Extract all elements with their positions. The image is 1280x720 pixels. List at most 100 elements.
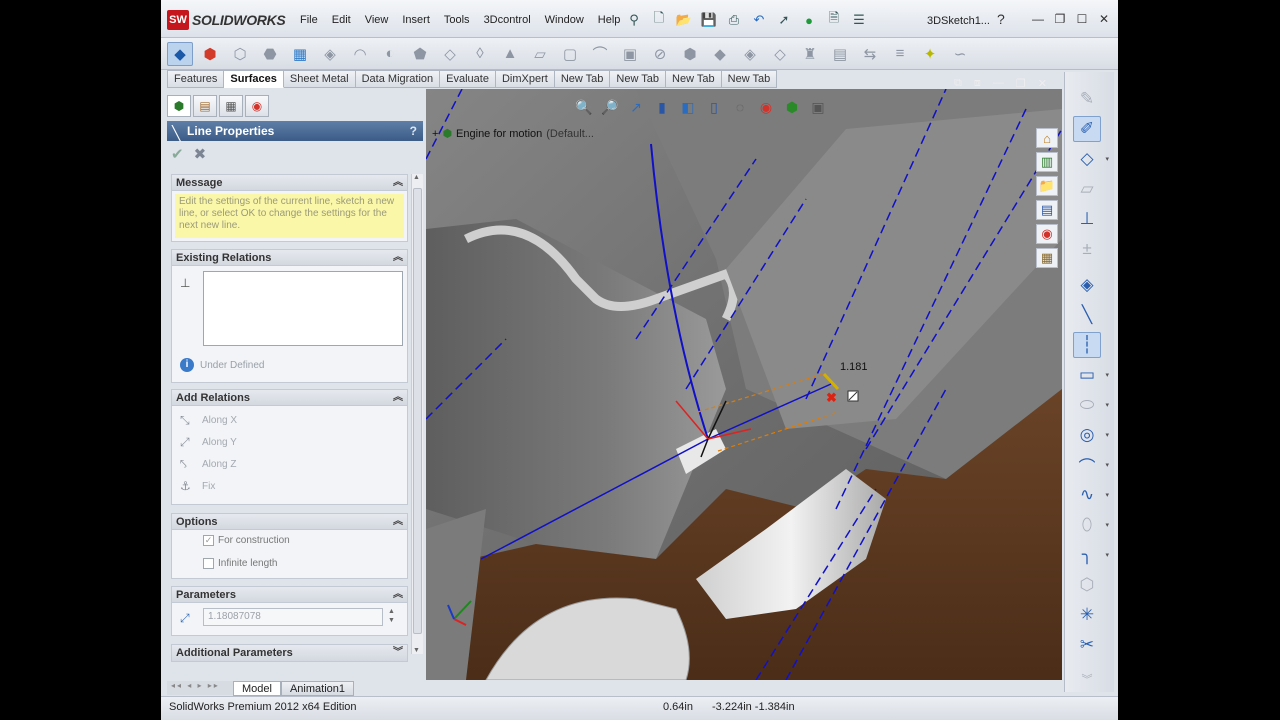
- for-construction-option[interactable]: ✓ For construction: [203, 535, 290, 546]
- print-icon[interactable]: ⎙: [723, 10, 745, 30]
- line-icon[interactable]: ╲: [1073, 302, 1101, 328]
- file-properties-icon[interactable]: 🗎: [823, 10, 845, 30]
- trim-entities-icon[interactable]: ✂: [1073, 632, 1101, 658]
- toolbar-more-chevron-icon[interactable]: ︾: [1073, 666, 1101, 692]
- expand-plus-icon[interactable]: +: [432, 128, 438, 140]
- appearances-scenes-icon[interactable]: ◉: [1036, 224, 1058, 244]
- minimize-icon[interactable]: —: [1029, 10, 1047, 28]
- menu-help[interactable]: Help: [591, 14, 628, 26]
- help-question-icon[interactable]: ?: [997, 11, 1005, 27]
- open-folder-icon[interactable]: 📂: [673, 10, 695, 30]
- property-manager-icon[interactable]: ▤: [193, 95, 217, 117]
- move-copy-body-icon[interactable]: ⇆: [857, 42, 883, 66]
- viewport-close-icon[interactable]: ✕: [1038, 77, 1047, 90]
- zoom-to-fit-icon[interactable]: 🔍: [573, 96, 595, 118]
- planar-surface-icon[interactable]: ◠: [347, 42, 373, 66]
- radiate-surface-icon[interactable]: ▤: [827, 42, 853, 66]
- repair-sketch-icon[interactable]: ◈: [1073, 272, 1101, 298]
- options-header[interactable]: Options ︽: [172, 514, 407, 530]
- collapse-chevron-icon[interactable]: ︽: [393, 390, 403, 406]
- menu-file[interactable]: File: [293, 14, 325, 26]
- expand-chevron-icon[interactable]: ︾: [393, 645, 403, 661]
- configuration-manager-icon[interactable]: ▦: [219, 95, 243, 117]
- previous-view-icon[interactable]: ↗: [625, 96, 647, 118]
- scroll-down-icon[interactable]: ▼: [413, 647, 420, 654]
- menu-insert[interactable]: Insert: [395, 14, 437, 26]
- collapse-chevron-icon[interactable]: ︽: [393, 587, 403, 603]
- circle-icon[interactable]: ◎ ▾: [1073, 422, 1109, 448]
- ruled-surface-icon[interactable]: ⬟: [407, 42, 433, 66]
- restore-icon[interactable]: ❐: [1051, 10, 1069, 28]
- slot-icon[interactable]: ⬭ ▾: [1073, 392, 1109, 418]
- select-arrow-icon[interactable]: ➚: [773, 10, 795, 30]
- viewport-restore-icon[interactable]: ❐: [1016, 77, 1026, 90]
- replace-face-icon[interactable]: ▲: [497, 42, 523, 66]
- section-view-icon[interactable]: ▮: [651, 96, 673, 118]
- length-spinner[interactable]: ▲ ▼: [388, 607, 395, 625]
- thickened-cut-icon[interactable]: ◆: [707, 42, 733, 66]
- untrim-surface-icon[interactable]: ⌒: [587, 42, 613, 66]
- mid-surface-icon[interactable]: ♜: [797, 42, 823, 66]
- close-icon[interactable]: ✕: [1095, 10, 1113, 28]
- tab-new-2[interactable]: New Tab: [610, 70, 667, 88]
- menu-3dcontrol[interactable]: 3Dcontrol: [477, 14, 538, 26]
- feature-manager-icon[interactable]: ⬢: [167, 95, 191, 117]
- relation-along-x[interactable]: ⤡ Along X: [180, 413, 237, 428]
- thicken-icon[interactable]: ⬢: [677, 42, 703, 66]
- extruded-surface-icon[interactable]: ◆: [167, 41, 193, 66]
- graphics-viewport[interactable]: ✖ 🔍 🔎 ↗ ▮ ◧ ▯ ◌ ◉ ⬢ ▣ + ⬢ Engine for mot…: [426, 89, 1062, 680]
- smart-dimension-icon[interactable]: ◇ ▾: [1073, 146, 1109, 172]
- trim-surface-icon[interactable]: ▢: [557, 42, 583, 66]
- delete-face-icon[interactable]: ◊: [467, 42, 493, 66]
- save-icon[interactable]: 💾: [698, 10, 720, 30]
- ellipse-icon[interactable]: ⬯ ▾: [1073, 512, 1109, 538]
- custom-properties-icon[interactable]: ▦: [1036, 248, 1058, 268]
- collapse-chevron-icon[interactable]: ︽: [393, 514, 403, 530]
- design-library-icon[interactable]: ▥: [1036, 152, 1058, 172]
- undo-icon[interactable]: ↶: [748, 10, 770, 30]
- tab-new-3[interactable]: New Tab: [666, 70, 722, 88]
- hide-show-items-icon[interactable]: ◌: [729, 96, 751, 118]
- tab-dimxpert[interactable]: DimXpert: [495, 70, 555, 88]
- existing-relations-header[interactable]: Existing Relations ︽: [172, 250, 407, 266]
- revolved-surface-icon[interactable]: ⬢: [197, 42, 223, 66]
- relation-fix[interactable]: ⚓ Fix: [180, 479, 215, 493]
- display-manager-icon[interactable]: ◉: [245, 95, 269, 117]
- surface-flatten-icon[interactable]: ◇: [437, 42, 463, 66]
- split-view-2-icon[interactable]: ⧈: [974, 77, 981, 90]
- collapse-chevron-icon[interactable]: ︽: [393, 250, 403, 266]
- tab-sheet-metal[interactable]: Sheet Metal: [283, 70, 356, 88]
- scroll-thumb[interactable]: [413, 188, 422, 634]
- feature-tree-flyout[interactable]: + ⬢ Engine for motion (Default...: [432, 127, 594, 141]
- spline-icon[interactable]: ∿ ▾: [1073, 482, 1109, 508]
- display-relations-icon[interactable]: ⊥: [1073, 206, 1101, 232]
- filled-surface-icon[interactable]: ◈: [317, 42, 343, 66]
- tab-animation1[interactable]: Animation1: [280, 680, 355, 696]
- cancel-x-icon[interactable]: ✖: [194, 145, 207, 163]
- scroll-up-icon[interactable]: ▲: [413, 174, 420, 181]
- for-construction-checkbox[interactable]: ✓: [203, 535, 214, 546]
- polygon-icon[interactable]: ⬡: [1073, 572, 1101, 598]
- 3d-sketch-icon[interactable]: ✐: [1073, 116, 1101, 142]
- ok-check-icon[interactable]: ✔: [171, 145, 184, 163]
- length-input[interactable]: 1.18087078: [203, 608, 383, 626]
- collapse-chevron-icon[interactable]: ︽: [393, 175, 403, 191]
- move-face-icon[interactable]: ◇: [767, 42, 793, 66]
- add-relation-icon[interactable]: ±: [1073, 236, 1101, 262]
- split-view-icon[interactable]: ⧉: [954, 77, 962, 90]
- menu-window[interactable]: Window: [538, 14, 591, 26]
- solidworks-resources-icon[interactable]: ⌂: [1036, 128, 1058, 148]
- extend-surface-icon[interactable]: ▱: [527, 42, 553, 66]
- pin-icon[interactable]: ⚲: [623, 10, 645, 30]
- add-relations-header[interactable]: Add Relations ︽: [172, 390, 407, 406]
- centerline-icon[interactable]: ┆: [1073, 332, 1101, 358]
- solidworks-logo[interactable]: SW SOLIDWORKS: [167, 9, 286, 31]
- tab-data-migration[interactable]: Data Migration: [355, 70, 441, 88]
- point-icon[interactable]: ✳: [1073, 602, 1101, 628]
- infinite-length-option[interactable]: Infinite length: [203, 558, 278, 569]
- parameters-header[interactable]: Parameters ︽: [172, 587, 407, 603]
- apply-scene-icon[interactable]: ⬢: [781, 96, 803, 118]
- cut-with-surface-icon[interactable]: ◈: [737, 42, 763, 66]
- knit-surface-icon[interactable]: ▣: [617, 42, 643, 66]
- new-document-icon[interactable]: 🗋: [648, 10, 670, 30]
